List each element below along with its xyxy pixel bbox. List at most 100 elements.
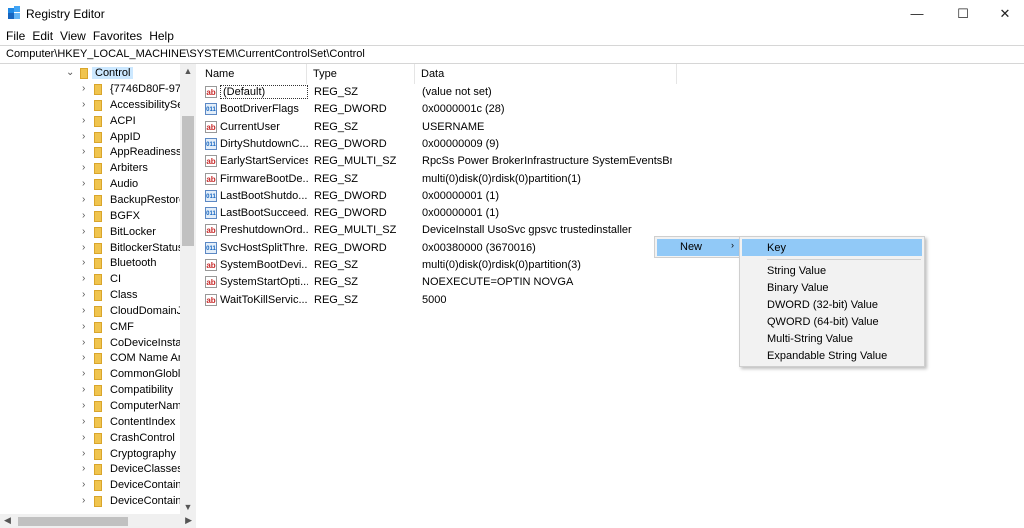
tree-item[interactable]: › CloudDomainJ	[0, 304, 180, 320]
value-row[interactable]: ab FirmwareBootDe... REG_SZ multi(0)disk(0)…	[199, 171, 679, 188]
column-header-type[interactable]: Type	[307, 64, 415, 84]
chevron-right-icon[interactable]: ›	[82, 83, 85, 94]
tree-item[interactable]: › CrashControl	[0, 431, 180, 447]
chevron-right-icon[interactable]: ›	[82, 479, 85, 490]
chevron-right-icon[interactable]: ›	[82, 257, 85, 268]
tree-item[interactable]: › BitLocker	[0, 225, 180, 241]
value-row[interactable]: 011 SvcHostSplitThre... REG_DWORD 0x0038000…	[199, 240, 679, 257]
tree-item[interactable]: › CommonGlobl	[0, 367, 180, 383]
tree-item[interactable]: › DeviceContain	[0, 494, 180, 510]
submenu-item-expandable-string-value[interactable]: Expandable String Value	[742, 347, 922, 364]
tree-item[interactable]: › COM Name Ar	[0, 351, 180, 367]
address-bar[interactable]: Computer\HKEY_LOCAL_MACHINE\SYSTEM\Curre…	[0, 45, 1024, 64]
chevron-right-icon[interactable]: ›	[82, 432, 85, 443]
chevron-right-icon[interactable]: ›	[82, 416, 85, 427]
chevron-right-icon[interactable]: ›	[82, 321, 85, 332]
tree-item[interactable]: › BitlockerStatus	[0, 241, 180, 257]
tree-item[interactable]: › CoDeviceInstal	[0, 336, 180, 352]
tree-item[interactable]: › Cryptography	[0, 447, 180, 463]
tree-item[interactable]: › CI	[0, 272, 180, 288]
submenu-item-qword-value[interactable]: QWORD (64-bit) Value	[742, 313, 922, 330]
value-row[interactable]: 011 LastBootSucceed... REG_DWORD 0x00000001…	[199, 205, 679, 222]
chevron-right-icon[interactable]: ›	[82, 99, 85, 110]
chevron-right-icon[interactable]: ›	[82, 337, 85, 348]
submenu-item-binary-value[interactable]: Binary Value	[742, 279, 922, 296]
menu-edit[interactable]: Edit	[29, 29, 57, 43]
tree-item-selected[interactable]: ⌄ Control	[0, 66, 180, 82]
tree-item[interactable]: › CMF	[0, 320, 180, 336]
tree-item[interactable]: › Class	[0, 288, 180, 304]
menu-help[interactable]: Help	[146, 29, 178, 43]
chevron-right-icon[interactable]: ›	[82, 495, 85, 506]
chevron-right-icon[interactable]: ›	[82, 146, 85, 157]
tree-item[interactable]: › Arbiters	[0, 161, 180, 177]
value-row[interactable]: ab PreshutdownOrd... REG_MULTI_SZ DeviceIns…	[199, 222, 679, 239]
submenu-item-string-value[interactable]: String Value	[742, 262, 922, 279]
chevron-right-icon[interactable]: ›	[82, 368, 85, 379]
chevron-right-icon[interactable]: ›	[82, 131, 85, 142]
submenu-item-dword-value[interactable]: DWORD (32-bit) Value	[742, 296, 922, 313]
tree-item[interactable]: › AppReadiness	[0, 145, 180, 161]
tree-item[interactable]: › DeviceContain	[0, 478, 180, 494]
close-button[interactable]: ✕	[982, 0, 1024, 27]
chevron-right-icon[interactable]: ›	[82, 352, 85, 363]
key-tree[interactable]: ⌄ Control › {7746D80F-97E › AccessibilitySe…	[0, 64, 196, 528]
tree-horizontal-scrollbar[interactable]: ◀ ▶	[0, 514, 196, 528]
tree-item[interactable]: › ComputerNam	[0, 399, 180, 415]
chevron-right-icon[interactable]: ›	[82, 305, 85, 316]
menu-view[interactable]: View	[57, 29, 90, 43]
scroll-right-icon[interactable]: ▶	[185, 515, 192, 526]
chevron-right-icon[interactable]: ›	[82, 273, 85, 284]
column-header-name[interactable]: Name	[199, 64, 307, 84]
value-row[interactable]: ab (Default) REG_SZ (value not set)	[199, 84, 679, 101]
tree-item[interactable]: › AppID	[0, 130, 180, 146]
folder-icon	[94, 385, 102, 397]
submenu-item-multi-string-value[interactable]: Multi-String Value	[742, 330, 922, 347]
tree-item[interactable]: › BGFX	[0, 209, 180, 225]
scroll-left-icon[interactable]: ◀	[4, 515, 11, 526]
tree-item[interactable]: › Compatibility	[0, 383, 180, 399]
chevron-right-icon[interactable]: ›	[82, 226, 85, 237]
value-row[interactable]: 011 DirtyShutdownC... REG_DWORD 0x00000009 …	[199, 136, 679, 153]
scroll-thumb[interactable]	[18, 517, 128, 526]
minimize-button[interactable]: —	[894, 0, 940, 27]
value-row[interactable]: ab EarlyStartServices REG_MULTI_SZ RpcSs Po…	[199, 153, 679, 170]
tree-item-label: BGFX	[110, 209, 140, 222]
chevron-down-icon[interactable]: ⌄	[66, 67, 74, 78]
menu-file[interactable]: File	[3, 29, 29, 43]
scroll-thumb[interactable]	[182, 116, 194, 246]
value-row[interactable]: ab WaitToKillServic... REG_SZ 5000	[199, 292, 679, 309]
submenu-item-key[interactable]: Key	[742, 239, 922, 256]
chevron-right-icon[interactable]: ›	[82, 115, 85, 126]
value-row[interactable]: 011 LastBootShutdo... REG_DWORD 0x00000001 …	[199, 188, 679, 205]
chevron-right-icon[interactable]: ›	[82, 463, 85, 474]
chevron-right-icon[interactable]: ›	[82, 242, 85, 253]
value-name: LastBootSucceed...	[220, 207, 308, 220]
column-header-data[interactable]: Data	[415, 64, 677, 84]
chevron-right-icon[interactable]: ›	[82, 448, 85, 459]
chevron-right-icon[interactable]: ›	[82, 384, 85, 395]
scroll-down-icon[interactable]: ▼	[180, 502, 196, 512]
scroll-up-icon[interactable]: ▲	[180, 66, 196, 76]
tree-item[interactable]: › ContentIndex	[0, 415, 180, 431]
tree-item[interactable]: › ACPI	[0, 114, 180, 130]
chevron-right-icon[interactable]: ›	[82, 210, 85, 221]
chevron-right-icon[interactable]: ›	[82, 289, 85, 300]
tree-item[interactable]: › AccessibilitySe	[0, 98, 180, 114]
tree-vertical-scrollbar[interactable]: ▲ ▼	[180, 64, 196, 514]
value-row[interactable]: ab CurrentUser REG_SZ USERNAME	[199, 119, 679, 136]
chevron-right-icon[interactable]: ›	[82, 194, 85, 205]
tree-item[interactable]: › BackupRestore	[0, 193, 180, 209]
tree-item[interactable]: › {7746D80F-97E	[0, 82, 180, 98]
value-row[interactable]: ab SystemBootDevi... REG_SZ multi(0)disk(0)…	[199, 257, 679, 274]
tree-item[interactable]: › Audio	[0, 177, 180, 193]
chevron-right-icon[interactable]: ›	[82, 400, 85, 411]
chevron-right-icon[interactable]: ›	[82, 162, 85, 173]
menu-favorites[interactable]: Favorites	[90, 29, 146, 43]
value-row[interactable]: 011 BootDriverFlags REG_DWORD 0x0000001c (2…	[199, 101, 679, 118]
tree-item[interactable]: › DeviceClasses	[0, 462, 180, 478]
value-row[interactable]: ab SystemStartOpti... REG_SZ NOEXECUTE=OPT…	[199, 274, 679, 291]
maximize-button[interactable]: ☐	[940, 0, 986, 27]
chevron-right-icon[interactable]: ›	[82, 178, 85, 189]
tree-item[interactable]: › Bluetooth	[0, 256, 180, 272]
